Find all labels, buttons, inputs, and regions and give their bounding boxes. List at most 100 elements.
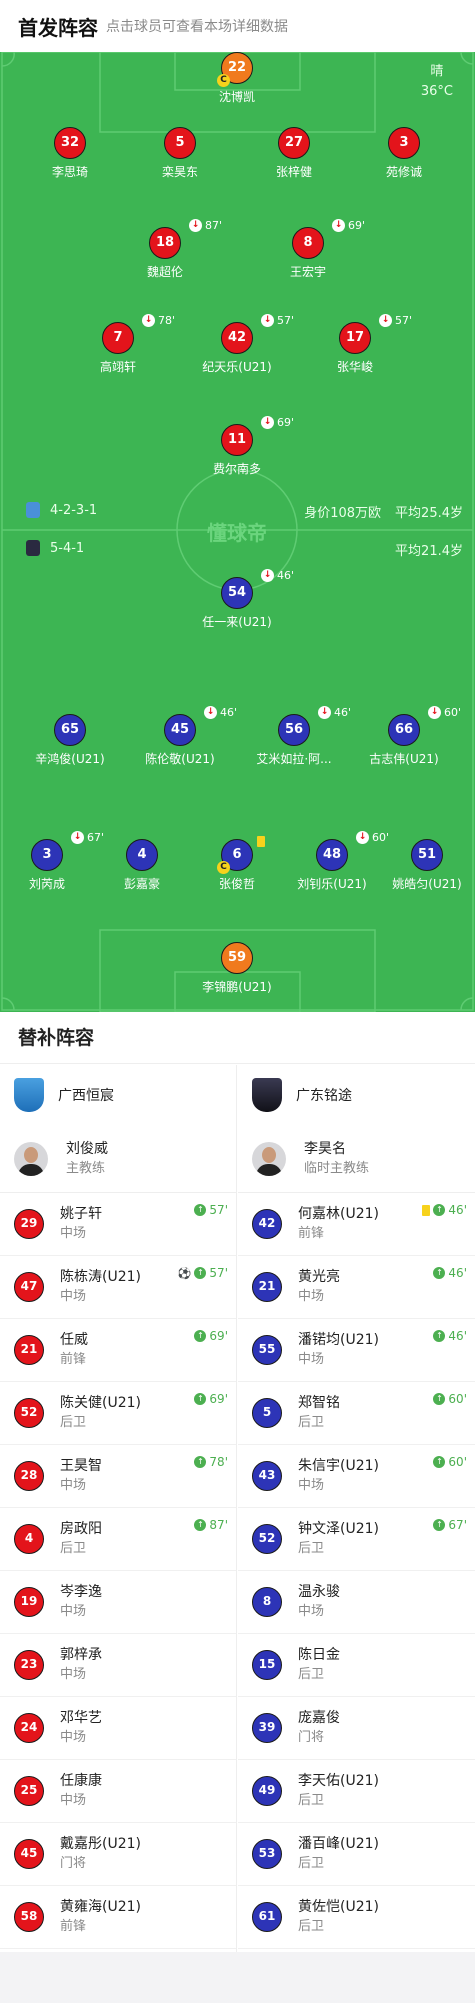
player-name: 朱信宇(U21) xyxy=(298,1458,379,1474)
player-home[interactable]: 8 ↓ 69' 王宏宇 xyxy=(248,219,368,280)
player-away[interactable]: 66 ↓ 60' 古志伟(U21) xyxy=(344,706,464,767)
player-home[interactable]: 18 ↓ 87' 魏超伦 xyxy=(105,219,225,280)
sub-off-marker: ↓ 78' xyxy=(142,314,175,327)
away-coach-row[interactable]: 李昊名 临时主教练 xyxy=(238,1125,475,1193)
sub-player-row[interactable]: 21 任威 前锋 ↑ 69' xyxy=(0,1319,236,1382)
sub-player-row[interactable]: 42 何嘉林(U21) 前锋 ↑ 46' xyxy=(238,1193,475,1256)
lineup-header: 首发阵容 点击球员可查看本场详细数据 xyxy=(0,0,475,52)
sub-off-marker: ↓ 69' xyxy=(332,219,365,232)
sub-on-marker: ↑ 60' xyxy=(433,1392,467,1406)
player-position: 后卫 xyxy=(60,1541,87,1556)
sub-player-row[interactable]: 19 岑李逸 中场 xyxy=(0,1571,236,1634)
player-name: 郑智铭 xyxy=(298,1395,340,1411)
sub-on-marker: ↑ 69' xyxy=(194,1329,228,1343)
sub-player-row[interactable]: 52 陈关健(U21) 后卫 ↑ 69' xyxy=(0,1382,236,1445)
player-away[interactable]: 56 ↓ 46' 艾米如拉·阿... xyxy=(234,706,354,767)
player-home[interactable]: 17 ↓ 57' 张华峻 xyxy=(295,314,415,375)
player-number: 28 xyxy=(14,1461,44,1491)
player-name: 陈日金 xyxy=(298,1647,340,1663)
player-name: 房政阳 xyxy=(60,1521,102,1537)
home-team-bar: 4-2-3-1 身价108万欧 平均25.4岁 xyxy=(0,502,475,524)
sub-player-row[interactable]: 5 郑智铭 后卫 ↑ 60' xyxy=(238,1382,475,1445)
away-team-name: 广东铭途 xyxy=(296,1088,352,1104)
sub-player-row[interactable]: 23 郭梓承 中场 xyxy=(0,1634,236,1697)
sub-player-row[interactable]: 53 潘百峰(U21) 后卫 xyxy=(238,1823,475,1886)
player-home-keeper[interactable]: 22 C 沈博凯 xyxy=(177,52,297,105)
player-position: 后卫 xyxy=(298,1793,325,1808)
weather-info: 晴 36°C xyxy=(421,62,453,102)
sub-player-row[interactable]: 8 温永骏 中场 xyxy=(238,1571,475,1634)
sub-player-row[interactable]: 52 钟文泽(U21) 后卫 ↑ 67' xyxy=(238,1508,475,1571)
sub-player-row[interactable]: 47 陈栋涛(U21) 中场 ⚽ ↑ 57' xyxy=(0,1256,236,1319)
sub-player-row[interactable]: 43 朱信宇(U21) 中场 ↑ 60' xyxy=(238,1445,475,1508)
sub-player-row[interactable]: 55 潘锘均(U21) 中场 ↑ 46' xyxy=(238,1319,475,1382)
sub-on-minute: 46' xyxy=(448,1329,467,1343)
home-badge-icon xyxy=(26,502,40,518)
sub-on-marker: ⚽ ↑ 57' xyxy=(178,1266,228,1280)
sub-player-row[interactable]: 49 李天佑(U21) 后卫 xyxy=(238,1760,475,1823)
player-home[interactable]: 27 张梓健 xyxy=(234,127,354,180)
sub-player-row[interactable]: 15 陈日金 后卫 xyxy=(238,1634,475,1697)
sub-player-row[interactable]: 58 黄雍海(U21) 前锋 xyxy=(0,1886,236,1949)
player-name: 何嘉林(U21) xyxy=(298,1206,379,1222)
player-home[interactable]: 3 苑修诚 xyxy=(344,127,464,180)
sub-off-icon: ↓ xyxy=(261,314,274,327)
player-position: 中场 xyxy=(298,1478,325,1493)
pitch: 懂球帝 晴 36°C 22 C 沈博凯 32 李思琦 5 栾昊东 27 张梓健 3… xyxy=(0,52,475,1012)
player-home[interactable]: 11 ↓ 69' 费尔南多 xyxy=(177,416,297,477)
player-name: 王宏宇 xyxy=(289,265,326,279)
sub-player-row[interactable]: 28 王昊智 中场 ↑ 78' xyxy=(0,1445,236,1508)
player-name: 任一来(U21) xyxy=(202,615,272,629)
sub-off-marker: ↓ 69' xyxy=(261,416,294,429)
player-number: 61 xyxy=(252,1902,282,1932)
home-coach-row[interactable]: 刘俊威 主教练 xyxy=(0,1125,236,1193)
player-number: 58 xyxy=(14,1902,44,1932)
captain-icon: C xyxy=(217,861,230,874)
home-team-logo-icon xyxy=(14,1078,44,1112)
player-away-keeper[interactable]: 59 李锦鹏(U21) xyxy=(177,942,297,995)
sub-player-row[interactable]: 29 姚子轩 中场 ↑ 57' xyxy=(0,1193,236,1256)
away-team-row[interactable]: 广东铭途 xyxy=(238,1065,475,1125)
sub-player-row[interactable]: 25 任康康 中场 xyxy=(0,1760,236,1823)
player-away[interactable]: 65 辛鸿俊(U21) xyxy=(10,714,130,767)
home-value: 身价108万欧 xyxy=(304,506,382,521)
player-home[interactable]: 42 ↓ 57' 纪天乐(U21) xyxy=(177,314,297,375)
sub-player-row[interactable]: 4 房政阳 后卫 ↑ 87' xyxy=(0,1508,236,1571)
player-away[interactable]: 54 ↓ 46' 任一来(U21) xyxy=(177,569,297,630)
player-home[interactable]: 32 李思琦 xyxy=(10,127,130,180)
sub-on-icon: ↑ xyxy=(194,1267,207,1279)
sub-on-minute: 57' xyxy=(209,1266,228,1280)
sub-on-icon: ↑ xyxy=(194,1204,207,1216)
player-away[interactable]: 51 姚皓匀(U21) xyxy=(367,839,475,892)
sub-player-row[interactable]: 24 邓华艺 中场 xyxy=(0,1697,236,1760)
player-position: 前锋 xyxy=(60,1919,87,1934)
player-home[interactable]: 5 栾昊东 xyxy=(120,127,240,180)
player-name: 张华峻 xyxy=(336,360,373,374)
sub-off-icon: ↓ xyxy=(379,314,392,327)
sub-on-minute: 78' xyxy=(209,1455,228,1469)
away-age: 平均21.4岁 xyxy=(395,544,463,559)
home-team-row[interactable]: 广西恒宸 xyxy=(0,1065,236,1125)
sub-player-row[interactable]: 45 戴嘉彤(U21) 门将 xyxy=(0,1823,236,1886)
home-subs-column: 广西恒宸 刘俊威 主教练 29 姚子轩 中场 ↑ 57' 47 陈栋涛(U21) 中场 ⚽ ↑ 57'… xyxy=(0,1065,237,1952)
player-name: 李思琦 xyxy=(51,165,88,179)
player-number: 66 xyxy=(388,714,420,746)
player-name: 任威 xyxy=(60,1332,88,1348)
player-name: 潘百峰(U21) xyxy=(298,1836,379,1852)
player-number: 45 xyxy=(14,1839,44,1869)
player-position: 后卫 xyxy=(60,1415,87,1430)
sub-player-row[interactable]: 61 黄佐恺(U21) 后卫 xyxy=(238,1886,475,1949)
sub-on-marker: ↑ 69' xyxy=(194,1392,228,1406)
player-position: 后卫 xyxy=(298,1667,325,1682)
player-name: 张梓健 xyxy=(275,165,312,179)
sub-off-marker: ↓ 46' xyxy=(261,569,294,582)
yellow-card-icon xyxy=(257,836,265,847)
player-position: 中场 xyxy=(298,1604,325,1619)
lineup-title: 首发阵容 xyxy=(18,15,98,40)
player-home[interactable]: 7 ↓ 78' 高翊轩 xyxy=(58,314,178,375)
sub-player-row[interactable]: 39 庞嘉俊 门将 xyxy=(238,1697,475,1760)
player-away[interactable]: 45 ↓ 46' 陈伦敬(U21) xyxy=(120,706,240,767)
sub-player-row[interactable]: 21 黄光亮 中场 ↑ 46' xyxy=(238,1256,475,1319)
player-name: 王昊智 xyxy=(60,1458,102,1474)
sub-off-icon: ↓ xyxy=(428,706,441,719)
